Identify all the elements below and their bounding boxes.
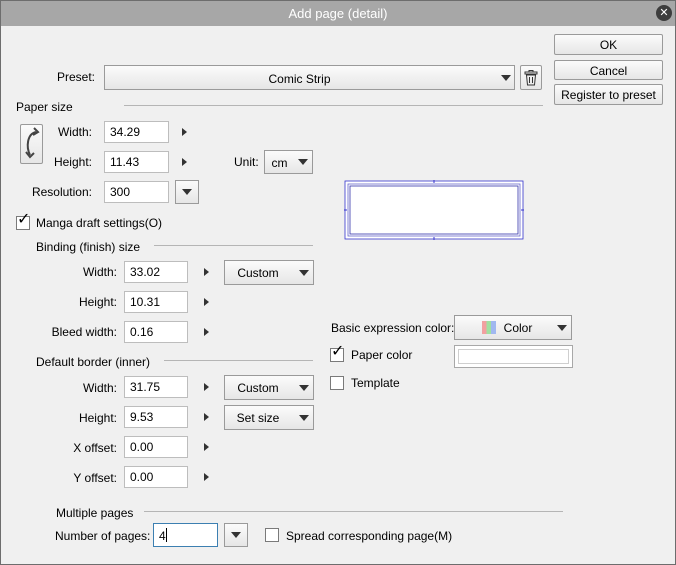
binding-width-label: Width: [82,265,117,279]
expression-color-value: Color [503,321,533,335]
number-of-pages-value: 4 [159,529,166,543]
paper-height-field[interactable]: 11.43 [104,151,169,173]
chevron-down-icon [231,532,241,538]
unit-dropdown[interactable]: cm [264,150,313,174]
chevron-down-icon [557,325,567,331]
x-offset-field[interactable]: 0.00 [124,436,188,458]
paper-height-label: Height: [53,155,92,169]
binding-height-label: Height: [78,295,117,309]
paper-color-label: Paper color [351,348,413,362]
page-preview-graphic [344,180,524,240]
binding-divider [154,245,313,246]
paper-height-slider-arrow[interactable] [182,158,187,166]
chevron-down-icon [299,415,309,421]
y-offset-field[interactable]: 0.00 [124,466,188,488]
ok-button[interactable]: OK [554,34,663,55]
x-offset-slider-arrow[interactable] [204,443,209,451]
cancel-button[interactable]: Cancel [554,60,663,80]
multiple-pages-heading: Multiple pages [56,506,134,520]
border-height-mode-value: Set size [236,411,280,425]
border-width-mode-value: Custom [237,381,279,395]
preset-dropdown[interactable]: Comic Strip [104,65,515,90]
multiple-pages-divider [144,511,563,512]
number-of-pages-field[interactable]: 4 [153,523,218,547]
chevron-down-icon [182,189,192,195]
binding-height-slider-arrow[interactable] [204,298,209,306]
manga-draft-label: Manga draft settings(O) [36,216,163,230]
ok-label: OK [599,38,618,52]
border-width-label: Width: [82,381,117,395]
paper-color-swatch[interactable] [454,345,573,368]
x-offset-label: X offset: [73,441,117,455]
y-offset-label: Y offset: [73,471,117,485]
close-icon[interactable]: ✕ [656,5,672,21]
border-width-mode-dropdown[interactable]: Custom [224,375,314,400]
number-of-pages-dropdown[interactable] [224,523,248,547]
spread-page-label: Spread corresponding page(M) [286,529,453,543]
page-preview [344,180,524,240]
trash-icon [524,70,538,86]
register-label: Register to preset [561,88,656,102]
binding-width-mode-value: Custom [237,266,279,280]
bleed-width-slider-arrow[interactable] [204,328,209,336]
checkmark-icon: ✓ [17,211,31,228]
preset-value: Comic Strip [268,72,331,86]
paper-color-checkbox[interactable]: ✓ [330,343,344,362]
template-label: Template [351,376,400,390]
bleed-width-label: Bleed width: [51,325,117,339]
cancel-label: Cancel [589,64,628,78]
paper-size-heading: Paper size [16,100,73,114]
spread-page-checkbox[interactable] [265,528,279,542]
default-border-heading: Default border (inner) [36,355,151,369]
preset-label: Preset: [57,70,96,84]
chevron-down-icon [298,159,308,165]
bleed-width-field[interactable]: 0.16 [124,321,188,343]
border-height-field[interactable]: 9.53 [124,406,188,428]
paper-width-slider-arrow[interactable] [182,128,187,136]
binding-heading: Binding (finish) size [36,240,141,254]
chevron-down-icon [299,270,309,276]
resolution-dropdown[interactable] [175,180,199,204]
register-to-preset-button[interactable]: Register to preset [554,84,663,105]
text-cursor [165,528,167,542]
unit-label: Unit: [234,155,259,169]
number-of-pages-label: Number of pages: [55,529,151,543]
border-height-slider-arrow[interactable] [204,413,209,421]
manga-draft-checkbox[interactable]: ✓ [16,211,30,230]
expression-color-dropdown[interactable]: Color [454,315,572,340]
checkmark-icon: ✓ [331,343,345,360]
template-checkbox[interactable] [330,376,344,390]
default-border-divider [164,360,313,361]
binding-width-slider-arrow[interactable] [204,268,209,276]
resolution-field[interactable]: 300 [104,181,169,203]
delete-preset-button[interactable] [520,65,542,90]
binding-width-mode-dropdown[interactable]: Custom [224,260,314,285]
paper-width-label: Width: [57,125,92,139]
resolution-label: Resolution: [31,185,92,199]
rotate-icon [24,127,40,159]
border-height-label: Height: [78,411,117,425]
border-height-mode-dropdown[interactable]: Set size [224,405,314,430]
chevron-down-icon [299,385,309,391]
y-offset-slider-arrow[interactable] [204,473,209,481]
title-bar: Add page (detail) ✕ [1,1,675,26]
paper-size-divider [124,105,543,106]
add-page-dialog: Add page (detail) ✕ OK Cancel Register t… [0,0,676,565]
dialog-title: Add page (detail) [288,6,388,21]
binding-width-field[interactable]: 33.02 [124,261,188,283]
expression-color-label: Basic expression color: [331,321,455,335]
border-width-field[interactable]: 31.75 [124,376,188,398]
chevron-down-icon [501,75,511,81]
binding-height-field[interactable]: 10.31 [124,291,188,313]
swap-orientation-button[interactable] [20,124,43,164]
paper-width-field[interactable]: 34.29 [104,121,169,143]
unit-value: cm [271,156,288,170]
border-width-slider-arrow[interactable] [204,383,209,391]
